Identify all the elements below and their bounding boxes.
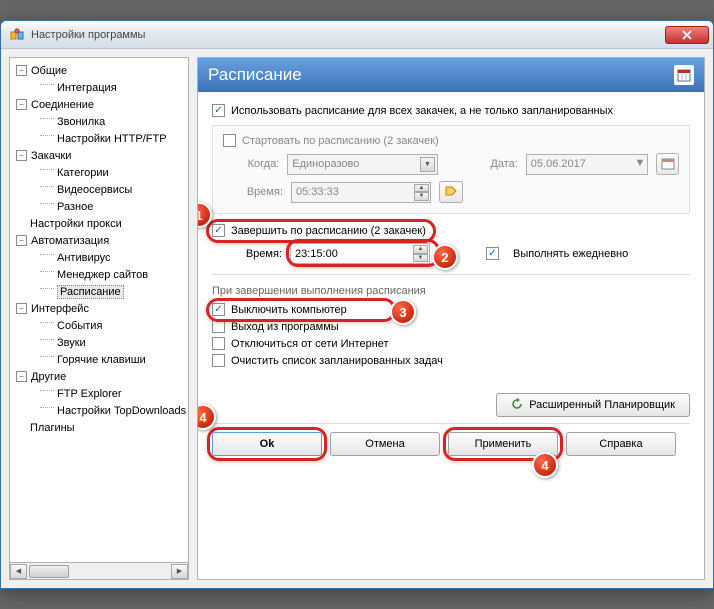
tree-item[interactable]: Менеджер сайтов: [57, 269, 148, 281]
date-value: 05.06.2017: [531, 158, 586, 170]
advanced-scheduler-button[interactable]: Расширенный Планировщик: [496, 393, 690, 417]
start-section: Стартовать по расписанию (2 закачек) Ког…: [212, 125, 690, 214]
scroll-right-arrow[interactable]: ▶: [171, 564, 188, 579]
settings-window: Настройки программы −Общие Интеграция −С…: [0, 20, 714, 589]
start-time-input[interactable]: 05:33:33 ▲▼: [291, 182, 431, 203]
tree-item[interactable]: Плагины: [30, 422, 75, 434]
when-label: Когда:: [223, 158, 279, 170]
tree-item[interactable]: Звонилка: [57, 116, 105, 128]
help-button[interactable]: Справка: [566, 432, 676, 456]
shutdown-label: Выключить компьютер: [231, 304, 347, 316]
panel-body: ✓ Использовать расписание для всех закач…: [198, 92, 704, 579]
use-schedule-label: Использовать расписание для всех закачек…: [231, 105, 613, 117]
dialog-buttons: Ok Отмена Применить Справка 4 4: [212, 424, 690, 460]
tree-hscrollbar[interactable]: ◀ ▶: [9, 563, 189, 580]
start-schedule-checkbox[interactable]: [223, 134, 236, 147]
tree-toggle[interactable]: −: [16, 65, 27, 76]
tree-item[interactable]: Закачки: [31, 150, 71, 162]
when-combo[interactable]: Единоразово ▼: [287, 154, 438, 175]
apply-button[interactable]: Применить: [448, 432, 558, 456]
tree-item[interactable]: Видеосервисы: [57, 184, 132, 196]
chevron-down-icon: ▼: [634, 157, 645, 169]
content-panel: Расписание ✓ Использовать расписание для…: [197, 57, 705, 580]
tree-item[interactable]: Категории: [57, 167, 109, 179]
time-tag-button[interactable]: [439, 181, 463, 203]
titlebar: Настройки программы: [1, 21, 713, 49]
spinner-controls[interactable]: ▲▼: [413, 245, 428, 262]
tree-toggle[interactable]: −: [16, 371, 27, 382]
body: −Общие Интеграция −Соединение Звонилка Н…: [1, 49, 713, 588]
tree-item[interactable]: Интеграция: [57, 82, 117, 94]
nav-tree[interactable]: −Общие Интеграция −Соединение Звонилка Н…: [9, 57, 189, 563]
scroll-thumb[interactable]: [29, 565, 69, 578]
date-label: Дата:: [480, 158, 518, 170]
advanced-scheduler-label: Расширенный Планировщик: [529, 399, 675, 411]
scroll-left-arrow[interactable]: ◀: [10, 564, 27, 579]
finish-time-value: 23:15:00: [295, 248, 338, 260]
shutdown-checkbox[interactable]: ✓: [212, 303, 225, 316]
exit-checkbox[interactable]: [212, 320, 225, 333]
exit-label: Выход из программы: [231, 321, 339, 333]
panel-title: Расписание: [208, 65, 302, 85]
tree-item[interactable]: Соединение: [31, 99, 94, 111]
tree-toggle[interactable]: −: [16, 150, 27, 161]
tree-toggle[interactable]: −: [16, 235, 27, 246]
finish-time-label: Время:: [222, 248, 282, 260]
daily-checkbox[interactable]: ✓: [486, 247, 499, 260]
use-schedule-row: ✓ Использовать расписание для всех закач…: [212, 104, 690, 117]
start-time-label: Время:: [223, 186, 283, 198]
window-title: Настройки программы: [31, 29, 145, 41]
when-value: Единоразово: [292, 158, 359, 170]
tree-item[interactable]: Общие: [31, 65, 67, 77]
disconnect-checkbox[interactable]: [212, 337, 225, 350]
calendar-button[interactable]: [656, 153, 679, 175]
start-schedule-label: Стартовать по расписанию (2 закачек): [242, 135, 439, 147]
clear-checkbox[interactable]: [212, 354, 225, 367]
cancel-button[interactable]: Отмена: [330, 432, 440, 456]
finish-schedule-checkbox[interactable]: ✓: [212, 224, 225, 237]
spinner-controls[interactable]: ▲▼: [414, 184, 429, 201]
app-icon: [9, 27, 25, 43]
tree-item[interactable]: Автоматизация: [31, 235, 109, 247]
clear-label: Очистить список запланированных задач: [231, 355, 443, 367]
ok-button[interactable]: Ok: [212, 432, 322, 456]
tree-container: −Общие Интеграция −Соединение Звонилка Н…: [9, 57, 189, 580]
on-finish-title: При завершении выполнения расписания: [212, 285, 690, 297]
tree-item-selected[interactable]: Расписание: [57, 285, 124, 299]
tree-item[interactable]: Горячие клавиши: [57, 354, 146, 366]
chevron-down-icon: ▼: [420, 157, 435, 172]
date-input[interactable]: 05.06.2017 ▼: [526, 154, 649, 175]
tree-item[interactable]: Разное: [57, 201, 93, 213]
annotation-badge: 1: [197, 202, 212, 228]
tree-item[interactable]: FTP Explorer: [57, 388, 122, 400]
tree-item[interactable]: Настройки HTTP/FTP: [57, 133, 167, 145]
refresh-icon: [511, 398, 523, 413]
finish-schedule-label: Завершить по расписанию (2 закачек): [231, 225, 426, 237]
close-button[interactable]: [665, 26, 709, 44]
tree-item[interactable]: Настройки TopDownloads: [57, 405, 186, 417]
calendar-icon: [674, 65, 694, 85]
tree-item[interactable]: Звуки: [57, 337, 86, 349]
panel-header: Расписание: [198, 58, 704, 92]
tree-item[interactable]: Настройки прокси: [30, 218, 122, 230]
finish-row-wrap: ✓ Завершить по расписанию (2 закачек) 1: [212, 224, 690, 237]
tree-item[interactable]: Антивирус: [57, 252, 110, 264]
use-schedule-checkbox[interactable]: ✓: [212, 104, 225, 117]
finish-time-input[interactable]: 23:15:00 ▲▼: [290, 243, 430, 264]
annotation-badge: 2: [432, 244, 458, 270]
start-time-value: 05:33:33: [296, 186, 339, 198]
tree-toggle[interactable]: −: [16, 303, 27, 314]
tree-item[interactable]: Интерфейс: [31, 303, 89, 315]
tree-toggle[interactable]: −: [16, 99, 27, 110]
disconnect-label: Отключиться от сети Интернет: [231, 338, 389, 350]
tree-item[interactable]: События: [57, 320, 102, 332]
tree-item[interactable]: Другие: [31, 371, 66, 383]
daily-label: Выполнять ежедневно: [513, 248, 628, 260]
